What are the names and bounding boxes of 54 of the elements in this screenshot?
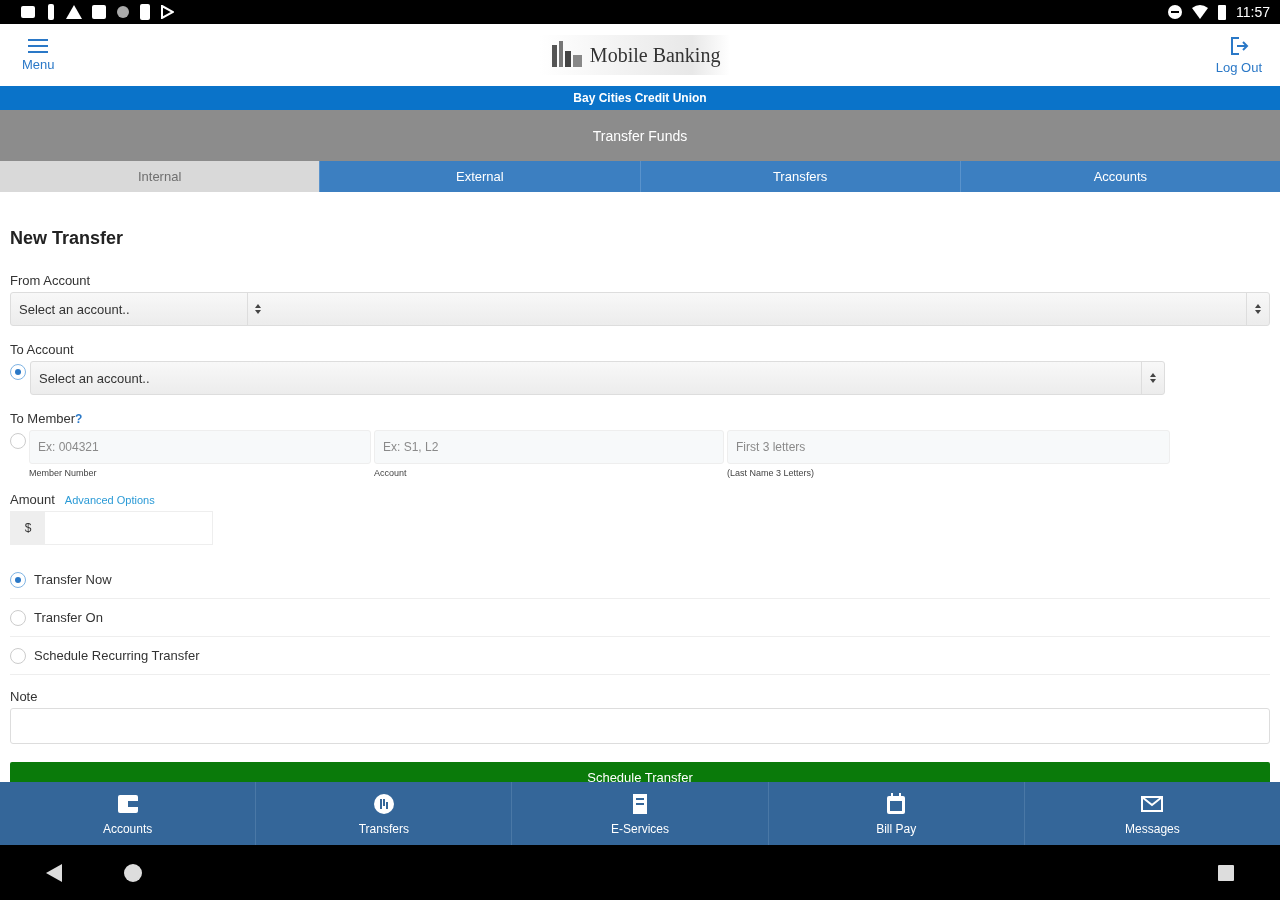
field-caption: Member Number bbox=[29, 468, 98, 478]
updown-icon bbox=[1254, 304, 1262, 314]
radio-button[interactable] bbox=[10, 571, 26, 588]
institution-banner: Bay Cities Credit Union bbox=[0, 86, 1280, 110]
back-icon[interactable] bbox=[45, 862, 63, 883]
option-label: Transfer Now bbox=[34, 572, 112, 587]
tab[interactable]: External bbox=[319, 161, 640, 192]
currency-symbol: $ bbox=[11, 512, 45, 544]
warning-icon bbox=[66, 5, 82, 19]
phone-icon bbox=[140, 4, 150, 20]
tab[interactable]: Accounts bbox=[959, 161, 1280, 192]
home-icon[interactable] bbox=[123, 862, 143, 883]
page-title: Transfer Funds bbox=[0, 110, 1280, 161]
nav-tab[interactable]: Accounts bbox=[0, 782, 256, 845]
menu-button[interactable]: Menu bbox=[22, 38, 55, 72]
radio-button[interactable] bbox=[10, 433, 26, 449]
note-field[interactable] bbox=[10, 708, 1270, 744]
clock-time: 11:57 bbox=[1236, 4, 1270, 20]
logo-text: Mobile Banking bbox=[589, 43, 721, 67]
field-caption: (Last Name 3 Letters) bbox=[727, 468, 816, 478]
amount-field[interactable]: $ bbox=[10, 511, 213, 545]
text-field[interactable]: Ex: 004321 bbox=[29, 430, 371, 464]
logout-icon bbox=[1228, 35, 1249, 56]
radio-button[interactable] bbox=[10, 609, 26, 626]
battery-icon bbox=[1218, 4, 1226, 20]
help-link[interactable]: ? bbox=[75, 412, 83, 426]
do-not-disturb-icon bbox=[1168, 5, 1182, 19]
field-label: From Account bbox=[10, 273, 91, 288]
recents-icon[interactable] bbox=[1217, 863, 1235, 882]
logout-button[interactable]: Log Out bbox=[1215, 35, 1262, 75]
radio-button[interactable] bbox=[10, 647, 26, 664]
field-caption: Account bbox=[374, 468, 408, 478]
tab[interactable]: Transfers bbox=[639, 161, 960, 192]
tab[interactable]: Internal bbox=[0, 161, 320, 192]
field-label: To Member bbox=[10, 411, 76, 426]
advanced-options-link[interactable]: Advanced Options bbox=[64, 494, 155, 506]
field-label: To Account bbox=[10, 342, 74, 357]
account-select[interactable]: Select an account.. bbox=[30, 361, 1165, 395]
form-heading: New Transfer bbox=[10, 228, 125, 249]
updown-icon bbox=[254, 304, 262, 314]
circle-icon bbox=[116, 5, 130, 19]
menu-icon bbox=[28, 38, 49, 53]
option-label: Schedule Recurring Transfer bbox=[34, 648, 200, 663]
option-label: Transfer On bbox=[34, 610, 103, 625]
play-icon bbox=[160, 5, 174, 19]
account-select[interactable]: Select an account.. bbox=[10, 292, 1270, 326]
text-field[interactable]: Ex: S1, L2 bbox=[374, 430, 724, 464]
field-label: Note bbox=[10, 689, 38, 704]
text-field[interactable]: First 3 letters bbox=[727, 430, 1170, 464]
radio-button[interactable] bbox=[10, 364, 26, 380]
field-label: Amount bbox=[10, 492, 55, 507]
wifi-icon bbox=[1192, 5, 1208, 19]
updown-icon bbox=[1149, 373, 1157, 383]
submit-button[interactable]: Schedule Transfer bbox=[10, 762, 1270, 782]
